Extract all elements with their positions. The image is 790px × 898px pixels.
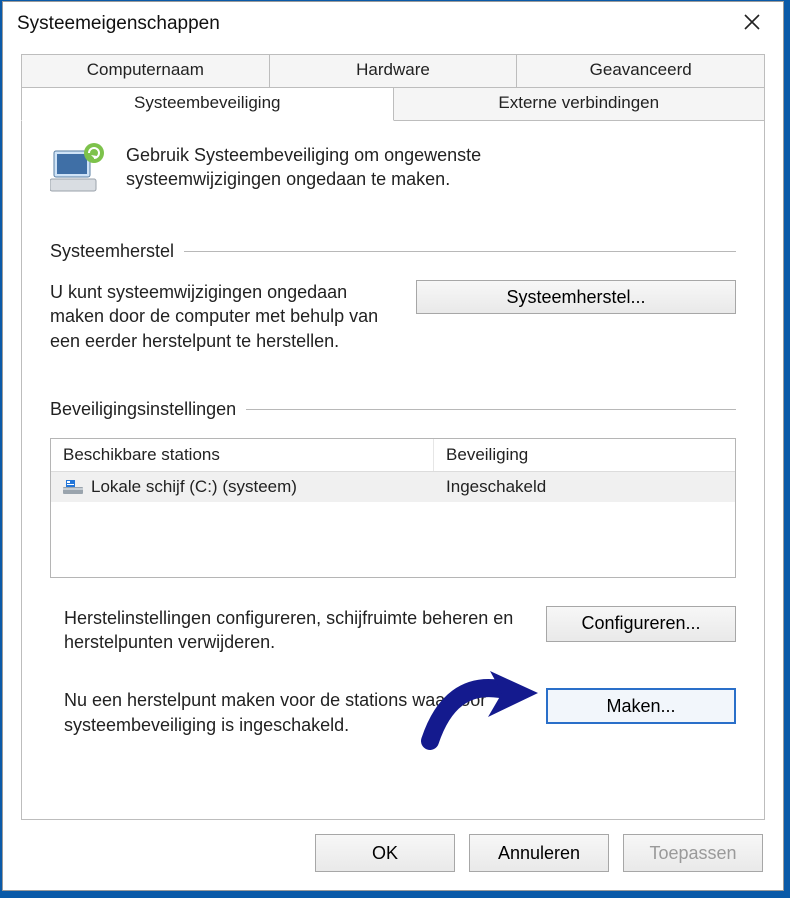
create-button[interactable]: Maken...: [546, 688, 736, 724]
drives-table: Beschikbare stations Beveiliging: [50, 438, 736, 578]
drives-header: Beschikbare stations Beveiliging: [51, 439, 735, 472]
drive-protection: Ingeschakeld: [434, 472, 735, 502]
panel-system-protection: Gebruik Systeembeveiliging om ongewenste…: [21, 121, 765, 820]
create-description: Nu een herstelpunt maken voor de station…: [64, 688, 526, 737]
system-properties-window: Systeemeigenschappen Computernaam Hardwa…: [2, 1, 784, 891]
intro: Gebruik Systeembeveiliging om ongewenste…: [50, 143, 736, 195]
tab-computer-name[interactable]: Computernaam: [21, 54, 270, 88]
ok-button[interactable]: OK: [315, 834, 455, 872]
col-protection[interactable]: Beveiliging: [434, 439, 735, 471]
section-protection-settings: Beveiligingsinstellingen Beschikbare sta…: [50, 399, 736, 737]
tab-hardware[interactable]: Hardware: [270, 54, 518, 88]
configure-description: Herstelinstellingen configureren, schijf…: [64, 606, 526, 655]
window-title: Systeemeigenschappen: [17, 13, 220, 35]
tab-remote[interactable]: Externe verbindingen: [394, 88, 766, 121]
col-drive[interactable]: Beschikbare stations: [51, 439, 434, 471]
tab-system-protection[interactable]: Systeembeveiliging: [21, 88, 394, 121]
drive-icon: [63, 479, 83, 495]
system-restore-button[interactable]: Systeemherstel...: [416, 280, 736, 314]
intro-text: Gebruik Systeembeveiliging om ongewenste…: [126, 143, 546, 192]
tab-advanced[interactable]: Geavanceerd: [517, 54, 765, 88]
drive-row[interactable]: Lokale schijf (C:) (systeem) Ingeschakel…: [51, 472, 735, 502]
tabs: Computernaam Hardware Geavanceerd Systee…: [3, 46, 783, 121]
titlebar: Systeemeigenschappen: [3, 2, 783, 46]
apply-button[interactable]: Toepassen: [623, 834, 763, 872]
dialog-footer: OK Annuleren Toepassen: [3, 820, 783, 890]
close-button[interactable]: [731, 7, 773, 41]
restore-description: U kunt systeemwijzigingen ongedaan maken…: [50, 280, 396, 353]
cancel-button[interactable]: Annuleren: [469, 834, 609, 872]
system-protection-icon: [50, 143, 108, 195]
drive-name: Lokale schijf (C:) (systeem): [91, 477, 297, 497]
section-system-restore: Systeemherstel U kunt systeemwijzigingen…: [50, 241, 736, 353]
heading-system-restore: Systeemherstel: [50, 241, 174, 262]
heading-protection-settings: Beveiligingsinstellingen: [50, 399, 236, 420]
configure-button[interactable]: Configureren...: [546, 606, 736, 642]
